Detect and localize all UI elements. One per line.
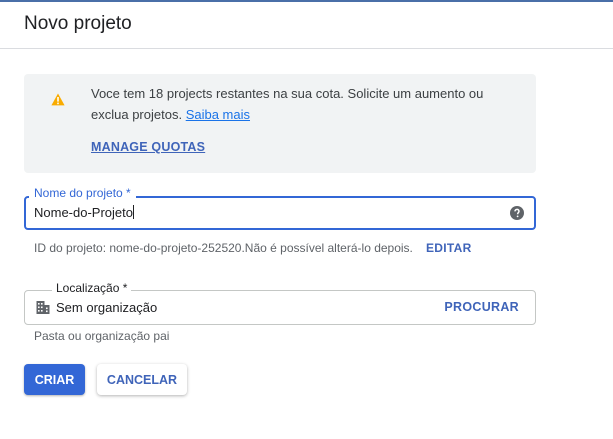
cancel-button[interactable]: CANCELAR bbox=[97, 364, 187, 395]
location-hint: Pasta ou organização pai bbox=[34, 329, 170, 343]
project-name-label: Nome do projeto * bbox=[29, 186, 136, 200]
quota-message-text: Voce tem 18 projects restantes na sua co… bbox=[91, 86, 484, 122]
location-field[interactable]: Sem organização PROCURAR bbox=[24, 290, 536, 325]
text-caret bbox=[133, 205, 134, 219]
learn-more-link[interactable]: Saiba mais bbox=[186, 107, 250, 122]
project-name-value: Nome-do-Projeto bbox=[34, 205, 134, 220]
building-icon bbox=[36, 301, 50, 314]
help-icon[interactable] bbox=[510, 206, 524, 220]
quota-notice: Voce tem 18 projects restantes na sua co… bbox=[24, 74, 536, 173]
browse-location-button[interactable]: PROCURAR bbox=[444, 300, 519, 314]
project-id-text: ID do projeto: nome-do-projeto-252520.Nã… bbox=[34, 241, 413, 255]
project-name-input[interactable]: Nome-do-Projeto bbox=[24, 196, 536, 230]
create-button[interactable]: CRIAR bbox=[24, 364, 85, 395]
edit-project-id-button[interactable]: EDITAR bbox=[426, 241, 472, 255]
location-value: Sem organização bbox=[56, 300, 158, 315]
manage-quotas-link[interactable]: MANAGE QUOTAS bbox=[91, 140, 205, 154]
top-accent-line bbox=[0, 0, 613, 2]
header-divider bbox=[0, 48, 613, 49]
warning-icon bbox=[51, 93, 65, 106]
page-title: Novo projeto bbox=[24, 13, 132, 34]
location-label: Localização * bbox=[52, 281, 132, 295]
quota-message: Voce tem 18 projects restantes na sua co… bbox=[91, 83, 511, 125]
